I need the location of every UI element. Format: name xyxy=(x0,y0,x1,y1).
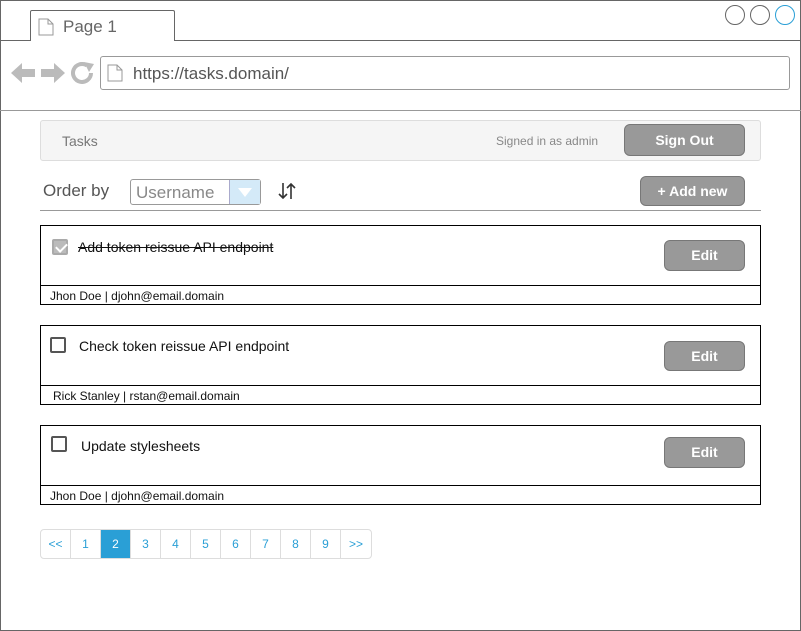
task-card: Add token reissue API endpoint Edit Jhon… xyxy=(40,225,761,305)
document-icon xyxy=(107,64,123,82)
pagination-page[interactable]: 4 xyxy=(161,530,191,558)
task-card: Check token reissue API endpoint Edit Ri… xyxy=(40,325,761,405)
pagination: << 1 2 3 4 5 6 7 8 9 >> xyxy=(40,529,372,559)
order-by-select[interactable]: Username xyxy=(130,179,261,205)
task-title: Update stylesheets xyxy=(81,438,201,454)
task-owner: Jhon Doe | djohn@email.domain xyxy=(50,489,225,503)
pagination-page[interactable]: 8 xyxy=(281,530,311,558)
order-by-value: Username xyxy=(136,183,215,202)
task-owner: Rick Stanley | rstan@email.domain xyxy=(53,389,240,403)
pagination-page[interactable]: 7 xyxy=(251,530,281,558)
window-minimize-button[interactable] xyxy=(725,5,745,25)
pagination-page[interactable]: 3 xyxy=(131,530,161,558)
chevron-down-icon[interactable] xyxy=(229,180,260,204)
app-header: Tasks Signed in as admin Sign Out xyxy=(40,120,761,161)
forward-arrow-icon[interactable] xyxy=(41,62,65,84)
browser-tab[interactable]: Page 1 xyxy=(30,10,175,41)
toolbar-divider xyxy=(40,210,761,211)
pagination-page[interactable]: 5 xyxy=(191,530,221,558)
address-bar[interactable]: https://tasks.domain/ xyxy=(100,56,790,90)
pagination-first[interactable]: << xyxy=(41,530,71,558)
edit-button[interactable]: Edit xyxy=(664,341,745,371)
task-owner: Jhon Doe | djohn@email.domain xyxy=(50,289,225,303)
app-brand[interactable]: Tasks xyxy=(62,133,98,149)
document-icon xyxy=(38,18,54,36)
pagination-page[interactable]: 6 xyxy=(221,530,251,558)
url-text: https://tasks.domain/ xyxy=(133,64,289,83)
edit-button[interactable]: Edit xyxy=(664,240,745,271)
tab-label: Page 1 xyxy=(63,17,117,36)
signed-in-text: Signed in as admin xyxy=(496,134,599,148)
task-footer: Rick Stanley | rstan@email.domain xyxy=(41,385,760,405)
window-maximize-button[interactable] xyxy=(750,5,770,25)
task-checkbox[interactable] xyxy=(51,436,67,452)
task-checkbox[interactable] xyxy=(52,239,68,255)
navbar-divider xyxy=(0,110,801,111)
pagination-page[interactable]: 2 xyxy=(101,530,131,558)
back-arrow-icon[interactable] xyxy=(11,62,35,84)
sort-icon[interactable] xyxy=(278,182,296,200)
pagination-page[interactable]: 9 xyxy=(311,530,341,558)
pagination-page[interactable]: 1 xyxy=(71,530,101,558)
sign-out-button[interactable]: Sign Out xyxy=(624,124,745,156)
add-new-button[interactable]: + Add new xyxy=(640,176,745,206)
order-by-label: Order by xyxy=(43,181,110,200)
edit-button[interactable]: Edit xyxy=(664,437,745,468)
task-footer: Jhon Doe | djohn@email.domain xyxy=(41,285,760,305)
task-checkbox[interactable] xyxy=(50,337,66,353)
window-close-button[interactable] xyxy=(775,5,795,25)
task-card: Update stylesheets Edit Jhon Doe | djohn… xyxy=(40,425,761,505)
reload-icon[interactable] xyxy=(71,62,95,84)
pagination-last[interactable]: >> xyxy=(341,530,371,558)
task-title: Add token reissue API endpoint xyxy=(78,239,274,255)
task-title: Check token reissue API endpoint xyxy=(79,338,290,354)
task-footer: Jhon Doe | djohn@email.domain xyxy=(41,485,760,505)
